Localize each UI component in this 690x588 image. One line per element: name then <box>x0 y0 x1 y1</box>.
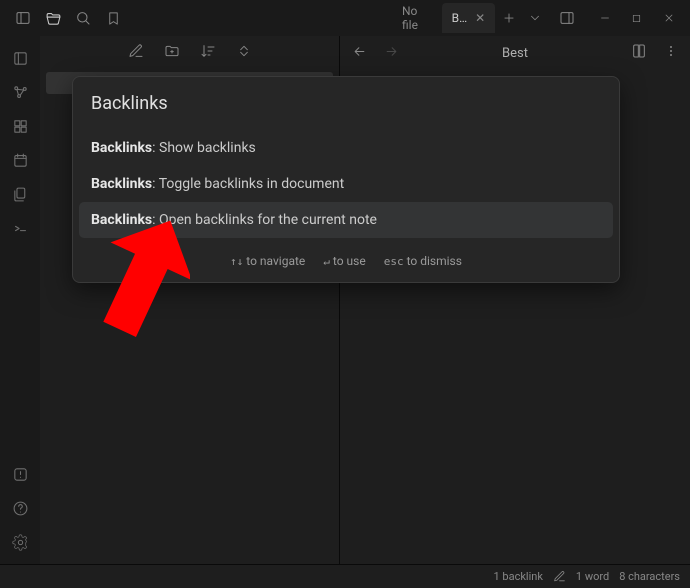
new-tab-icon[interactable] <box>497 4 521 32</box>
nav-forward-icon[interactable] <box>380 44 402 63</box>
status-bar: 1 backlink 1 word 8 characters <box>0 564 690 588</box>
sidebar-toggle-left-icon[interactable] <box>8 4 38 32</box>
files-icon[interactable] <box>4 178 36 210</box>
tab-inactive[interactable]: No file <box>392 3 440 33</box>
more-icon[interactable] <box>660 43 682 63</box>
left-pane-header <box>40 36 339 70</box>
title-bar-right <box>552 4 684 32</box>
settings-icon[interactable] <box>4 526 36 558</box>
new-note-icon[interactable] <box>125 43 147 63</box>
hint-key-use: ↵ <box>323 255 330 268</box>
folder-open-icon[interactable] <box>38 4 68 32</box>
vault-icon[interactable] <box>4 458 36 490</box>
tab-dropdown-icon[interactable] <box>523 4 547 32</box>
help-icon[interactable] <box>4 492 36 524</box>
close-button[interactable] <box>654 4 684 32</box>
tab-label: No file <box>402 4 430 32</box>
command-result[interactable]: Backlinks: Show backlinks <box>79 130 613 166</box>
reading-mode-icon[interactable] <box>628 43 650 63</box>
bookmark-icon[interactable] <box>98 4 128 32</box>
sidebar-toggle-right-icon[interactable] <box>552 4 582 32</box>
quick-switcher-icon[interactable] <box>4 42 36 74</box>
canvas-icon[interactable] <box>4 110 36 142</box>
result-prefix: Backlinks <box>91 176 152 192</box>
hint-key-nav: ↑↓ <box>230 255 243 268</box>
command-result-selected[interactable]: Backlinks: Open backlinks for the curren… <box>79 202 613 238</box>
close-icon[interactable]: ✕ <box>475 11 485 25</box>
collapse-icon[interactable] <box>233 43 255 63</box>
command-hints: ↑↓to navigate ↵to use escto dismiss <box>73 244 619 282</box>
status-chars[interactable]: 8 characters <box>619 570 680 583</box>
activity-bar-bottom <box>4 458 36 564</box>
tab-active[interactable]: B… ✕ <box>442 3 496 33</box>
result-prefix: Backlinks <box>91 140 152 156</box>
minimize-button[interactable] <box>590 4 620 32</box>
status-backlinks[interactable]: 1 backlink <box>494 570 543 583</box>
maximize-button[interactable] <box>622 4 652 32</box>
command-icon[interactable] <box>4 212 36 244</box>
tab-bar: No file B… ✕ <box>392 0 548 36</box>
new-folder-icon[interactable] <box>161 43 183 63</box>
graph-icon[interactable] <box>4 76 36 108</box>
hint-dismiss: to dismiss <box>407 254 462 268</box>
hint-use: to use <box>333 254 366 268</box>
result-prefix: Backlinks <box>91 212 152 228</box>
tab-label: B… <box>452 11 468 25</box>
result-rest: : Show backlinks <box>152 140 256 156</box>
command-palette-input[interactable] <box>91 93 601 114</box>
hint-nav: to navigate <box>246 254 305 268</box>
right-pane-header: Best <box>340 36 690 70</box>
search-icon[interactable] <box>68 4 98 32</box>
command-result[interactable]: Backlinks: Toggle backlinks in document <box>79 166 613 202</box>
activity-bar <box>0 36 40 564</box>
pane-title[interactable]: Best <box>502 46 528 61</box>
title-bar: No file B… ✕ <box>0 0 690 36</box>
hint-key-dismiss: esc <box>384 255 404 268</box>
nav-back-icon[interactable] <box>348 44 370 63</box>
calendar-icon[interactable] <box>4 144 36 176</box>
status-words[interactable]: 1 word <box>576 570 609 583</box>
result-rest: : Toggle backlinks in document <box>152 176 344 192</box>
command-palette: Backlinks: Show backlinks Backlinks: Tog… <box>72 76 620 283</box>
pencil-icon[interactable] <box>553 570 566 583</box>
window-controls <box>590 4 684 32</box>
title-bar-left <box>8 4 128 32</box>
sort-icon[interactable] <box>197 43 219 63</box>
command-results: Backlinks: Show backlinks Backlinks: Tog… <box>73 124 619 244</box>
result-rest: : Open backlinks for the current note <box>152 212 377 228</box>
